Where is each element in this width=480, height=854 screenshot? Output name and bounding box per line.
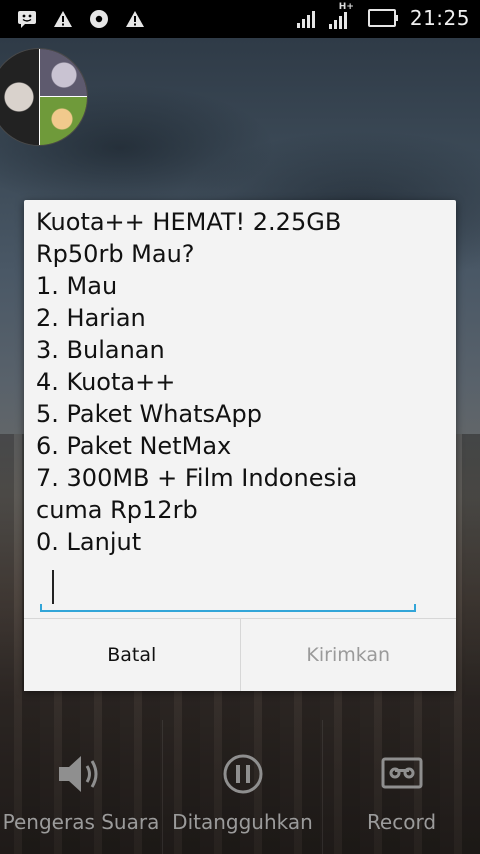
hold-button[interactable]: Ditangguhkan — [163, 720, 322, 854]
reply-input[interactable] — [40, 564, 426, 608]
sync-icon — [88, 8, 110, 30]
speaker-button[interactable]: Pengeras Suara — [0, 720, 162, 854]
message-line: 6. Paket NetMax — [36, 432, 232, 460]
avatar — [0, 48, 88, 146]
reply-input-wrapper — [40, 564, 432, 612]
record-button[interactable]: Record — [323, 720, 480, 854]
message-line: 4. Kuota++ — [36, 368, 176, 396]
ussd-dialog: Kuota++ HEMAT! 2.25GB Rp50rb Mau? 1. Mau… — [24, 200, 456, 691]
record-label: Record — [366, 810, 437, 834]
battery-icon — [367, 9, 400, 27]
status-bar: H+ 21:25 — [0, 0, 480, 38]
dialog-button-bar: Batal Kirimkan — [24, 618, 456, 691]
speaker-icon — [55, 750, 107, 798]
warning-icon — [52, 8, 74, 30]
text-caret — [52, 570, 54, 604]
status-time: 21:25 — [409, 6, 470, 30]
signal-icon — [296, 6, 318, 30]
cassette-icon — [380, 750, 424, 798]
message-line: 1. Mau — [36, 272, 118, 300]
message-line: 5. Paket WhatsApp — [36, 400, 262, 428]
send-button[interactable]: Kirimkan — [240, 619, 456, 691]
hold-label: Ditangguhkan — [172, 810, 313, 834]
pause-icon — [221, 750, 265, 798]
cancel-button[interactable]: Batal — [24, 619, 241, 691]
message-line: Rp50rb Mau? — [36, 240, 195, 268]
signal-icon: H+ — [328, 2, 354, 31]
message-line: 2. Harian — [36, 304, 146, 332]
message-line: 3. Bulanan — [36, 336, 165, 364]
message-line: 7. 300MB + Film Indonesia — [36, 464, 358, 492]
bbm-icon — [16, 8, 38, 30]
message-line: cuma Rp12rb — [36, 496, 198, 524]
call-controls: Pengeras Suara Ditangguhkan Record — [0, 720, 480, 854]
ussd-message: Kuota++ HEMAT! 2.25GB Rp50rb Mau? 1. Mau… — [36, 206, 444, 558]
warning-icon — [124, 8, 146, 30]
message-line: Kuota++ HEMAT! 2.25GB — [36, 208, 342, 236]
message-line: 0. Lanjut — [36, 528, 142, 556]
speaker-label: Pengeras Suara — [2, 810, 160, 834]
input-underline — [40, 610, 416, 612]
